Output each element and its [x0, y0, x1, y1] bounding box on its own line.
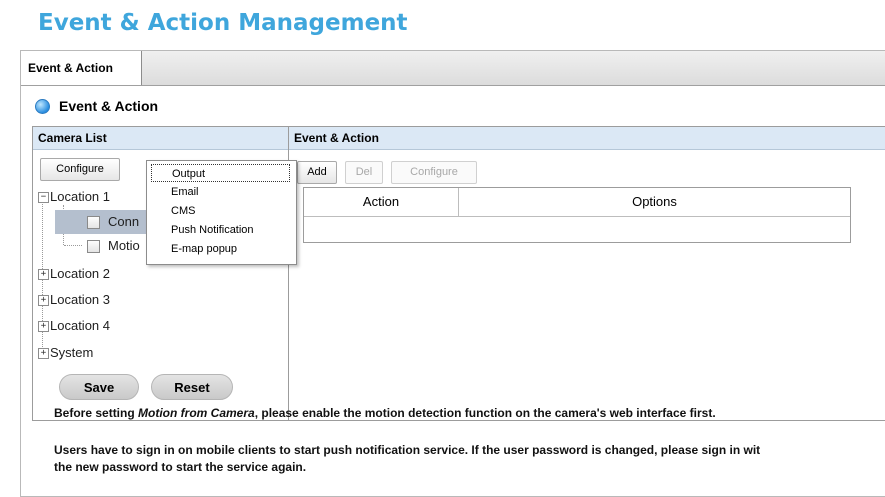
- event-action-panel: Event & Action Add Del Configure Action …: [288, 126, 885, 421]
- event-action-header: Event & Action: [289, 127, 885, 150]
- tree-node-location-4[interactable]: + Location 4: [33, 314, 283, 338]
- menu-item-cms[interactable]: CMS: [171, 202, 195, 220]
- section-heading: Event & Action: [35, 98, 158, 114]
- action-table: Action Options: [303, 187, 851, 243]
- motion-note: Before setting Motion from Camera, pleas…: [54, 406, 716, 420]
- push-note-line-2: the new password to start the service ag…: [54, 460, 307, 474]
- expand-icon[interactable]: +: [38, 269, 49, 280]
- tree-node-label: System: [50, 345, 94, 360]
- tree-node-label: Conn: [108, 214, 140, 229]
- del-button[interactable]: Del: [345, 161, 383, 184]
- expand-icon[interactable]: +: [38, 321, 49, 332]
- tree-node-label: Motio: [108, 238, 140, 253]
- expand-icon[interactable]: +: [38, 348, 49, 359]
- reset-button[interactable]: Reset: [151, 374, 233, 400]
- configure-button[interactable]: Configure: [391, 161, 477, 184]
- menu-item-emap-popup[interactable]: E-map popup: [171, 240, 237, 258]
- tree-node-system[interactable]: + System: [33, 341, 283, 365]
- configure-dropdown-menu: Output Email CMS Push Notification E-map…: [146, 160, 297, 265]
- column-header-options: Options: [459, 188, 850, 217]
- expand-icon[interactable]: +: [38, 295, 49, 306]
- main-panel: Event & Action Event & Action Camera Lis…: [20, 50, 885, 497]
- note-text: , please enable the motion detection fun…: [254, 406, 716, 420]
- save-button[interactable]: Save: [59, 374, 139, 400]
- tab-bar: Event & Action: [21, 51, 885, 86]
- collapse-icon[interactable]: −: [38, 192, 49, 203]
- page-title: Event & Action Management: [38, 10, 408, 36]
- note-emphasis: Motion from Camera: [138, 406, 255, 420]
- tab-event-action[interactable]: Event & Action: [21, 51, 142, 85]
- menu-item-output[interactable]: Output: [151, 164, 290, 182]
- section-title: Event & Action: [59, 98, 159, 114]
- tree-node-location-3[interactable]: + Location 3: [33, 288, 283, 312]
- tree-node-label: Location 3: [50, 292, 110, 307]
- column-header-action: Action: [304, 188, 459, 217]
- camera-list-header: Camera List: [33, 127, 288, 150]
- tree-node-location-2[interactable]: + Location 2: [33, 262, 283, 286]
- note-text: Before setting: [54, 406, 139, 420]
- add-button[interactable]: Add: [297, 161, 337, 184]
- menu-item-push-notification[interactable]: Push Notification: [171, 221, 254, 239]
- tree-node-label: Location 4: [50, 318, 110, 333]
- bullet-icon: [35, 99, 50, 114]
- motion-checkbox[interactable]: [87, 240, 100, 253]
- configure-menu-button[interactable]: Configure: [40, 158, 120, 181]
- tree-node-label: Location 1: [50, 189, 110, 204]
- conn-checkbox[interactable]: [87, 216, 100, 229]
- menu-item-email[interactable]: Email: [171, 183, 199, 201]
- push-note-line-1: Users have to sign in on mobile clients …: [54, 443, 761, 457]
- tree-node-label: Location 2: [50, 266, 110, 281]
